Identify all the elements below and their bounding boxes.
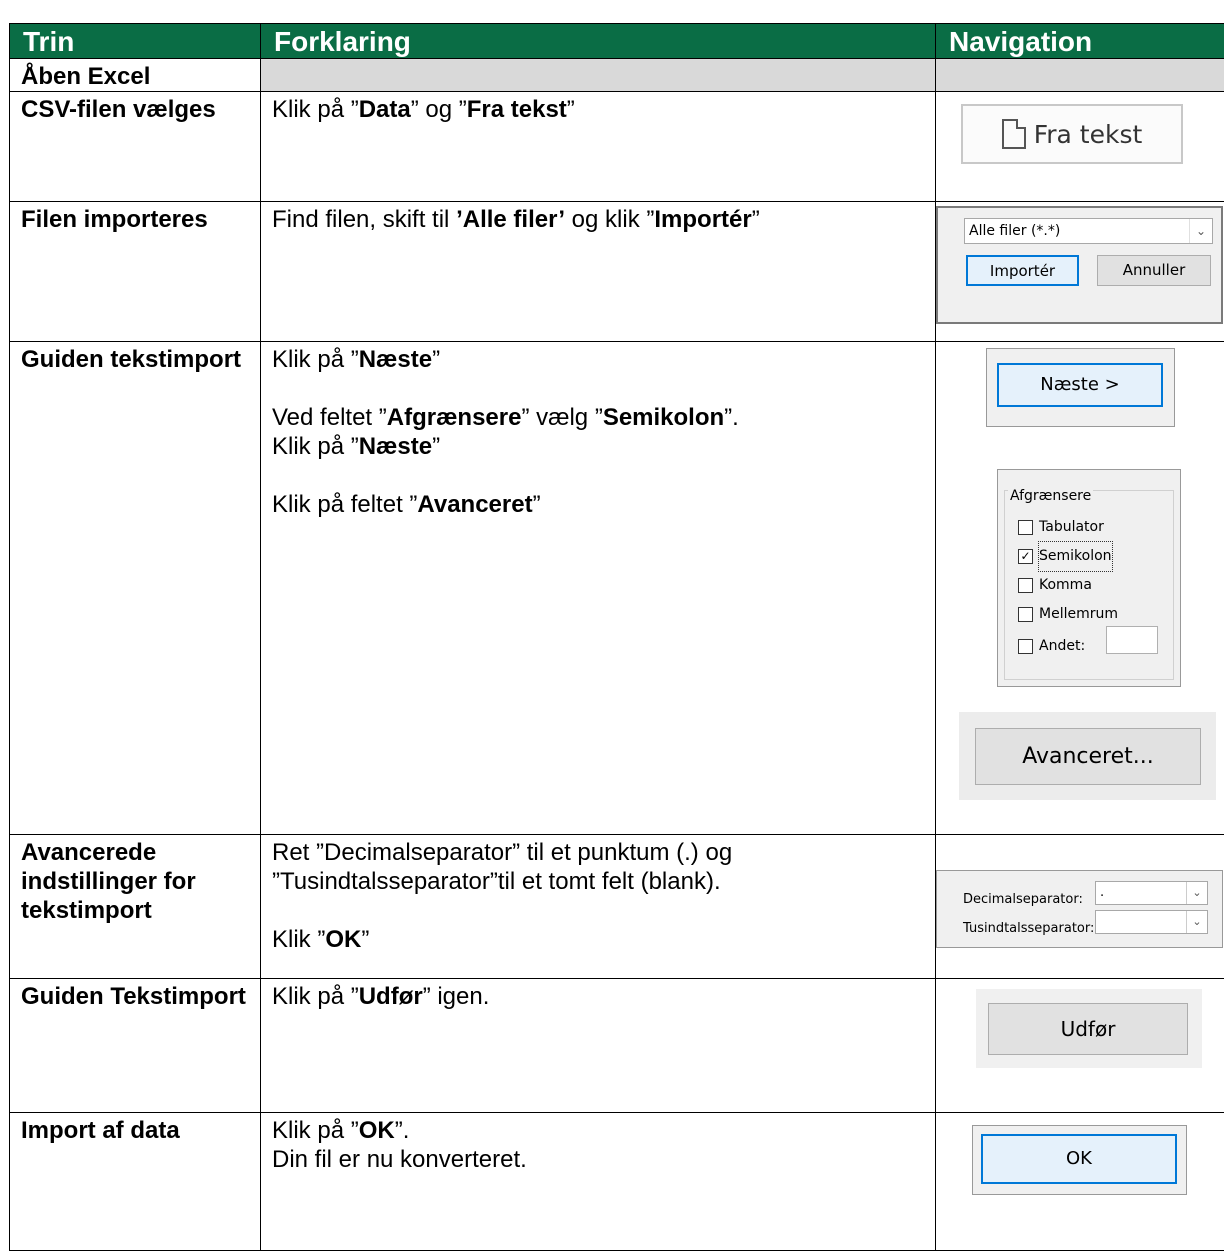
thousand-label: Tusindtalsseparator: — [963, 914, 1094, 943]
trin-cell: Filen importeres — [10, 202, 261, 342]
decimal-label: Decimalseparator: — [963, 885, 1083, 914]
instruction-text: Klik ”OK” — [272, 925, 924, 954]
navigation-cell: Decimalseparator: . ⌄ Tusindtalsseparato… — [936, 835, 1224, 979]
instruction-text: Klik på ”OK”. — [272, 1116, 924, 1145]
decimal-value: . — [1100, 885, 1104, 900]
navigation-cell: Fra tekst — [936, 92, 1224, 202]
forklaring-cell: Klik på ”Næste” Ved feltet ”Afgrænsere” … — [261, 342, 936, 835]
checkbox-label: Mellemrum — [1039, 600, 1118, 629]
checkmark-icon: ✓ — [1018, 549, 1033, 564]
delimiter-group: Afgrænsere Tabulator ✓ Semikolon Komma Me… — [997, 469, 1181, 687]
header-navigation: Navigation — [936, 24, 1224, 59]
row-guiden: Guiden tekstimport Klik på ”Næste” Ved f… — [10, 342, 1224, 835]
advanced-panel: Avanceret... — [959, 712, 1216, 800]
next-label: Næste > — [1040, 374, 1119, 395]
trin-cell: CSV-filen vælges — [10, 92, 261, 202]
forklaring-cell: Klik på ”OK”. Din fil er nu konverteret. — [261, 1113, 936, 1251]
forklaring-cell: Ret ”Decimalseparator” til et punktum (.… — [261, 835, 936, 979]
checkbox-tabulator[interactable]: Tabulator — [1018, 513, 1104, 542]
cancel-button[interactable]: Annuller — [1097, 255, 1211, 286]
checkbox-semikolon[interactable]: ✓ Semikolon — [1018, 542, 1112, 571]
import-label: Importér — [990, 262, 1055, 280]
navigation-cell: Udfør — [936, 979, 1224, 1113]
instruction-text: Klik på ”Næste” — [272, 345, 924, 374]
instruction-text: Klik på ”Udfør” igen. — [272, 982, 924, 1011]
row-import: Import af data Klik på ”OK”. Din fil er … — [10, 1113, 1224, 1251]
forklaring-cell — [261, 59, 936, 92]
forklaring-cell: Klik på ”Udfør” igen. — [261, 979, 936, 1113]
checkbox-label: Andet: — [1039, 632, 1085, 661]
finish-panel: Udfør — [976, 989, 1202, 1068]
row-excel: Åben Excel — [10, 59, 1224, 92]
forklaring-cell: Klik på ”Data” og ”Fra tekst” — [261, 92, 936, 202]
chevron-down-icon: ⌄ — [1189, 219, 1212, 243]
instruction-text: Klik på ”Næste” — [272, 432, 924, 461]
delimiter-group-title: Afgrænsere — [1008, 482, 1093, 511]
header-forklaring: Forklaring — [261, 24, 936, 59]
finish-label: Udfør — [1061, 1017, 1116, 1041]
checkbox-icon — [1018, 520, 1033, 535]
row-avanceret: Avancerede indstillinger for tekstimport… — [10, 835, 1224, 979]
finish-button[interactable]: Udfør — [988, 1003, 1188, 1055]
checkbox-andet[interactable]: Andet: — [1018, 632, 1085, 661]
ok-label: OK — [1066, 1148, 1092, 1169]
advanced-button[interactable]: Avanceret... — [975, 728, 1201, 785]
navigation-cell: Alle filer (*.*) ⌄ Importér Annuller — [936, 202, 1224, 342]
file-type-value: Alle filer (*.*) — [969, 223, 1060, 239]
fra-tekst-button[interactable]: Fra tekst — [961, 104, 1183, 164]
row-guiden-2: Guiden Tekstimport Klik på ”Udfør” igen.… — [10, 979, 1224, 1113]
checkbox-icon — [1018, 578, 1033, 593]
header-row: Trin Forklaring Navigation — [10, 24, 1224, 59]
wizard-footer: Næste > — [986, 348, 1175, 427]
trin-cell: Åben Excel — [10, 59, 261, 92]
trin-cell: Avancerede indstillinger for tekstimport — [10, 835, 261, 979]
instruction-text: Find filen, skift til ’Alle filer’ og kl… — [272, 205, 924, 234]
checkbox-komma[interactable]: Komma — [1018, 571, 1092, 600]
navigation-cell: Næste > Afgrænsere Tabulator ✓ Semikolon … — [936, 342, 1224, 835]
file-type-dropdown[interactable]: Alle filer (*.*) ⌄ — [964, 218, 1213, 244]
ok-panel: OK — [972, 1125, 1187, 1195]
thousand-select[interactable]: ⌄ — [1095, 910, 1208, 934]
checkbox-label: Tabulator — [1039, 513, 1104, 542]
header-trin: Trin — [10, 24, 261, 59]
checkbox-label: Semikolon — [1039, 542, 1112, 571]
andet-input[interactable] — [1106, 626, 1158, 654]
steps-table: Trin Forklaring Navigation Åben Excel CS… — [9, 23, 1224, 1251]
instruction-text: Klik på ”Data” og ”Fra tekst” — [272, 95, 924, 124]
trin-cell: Guiden Tekstimport — [10, 979, 261, 1113]
row-csv: CSV-filen vælges Klik på ”Data” og ”Fra … — [10, 92, 1224, 202]
trin-cell: Guiden tekstimport — [10, 342, 261, 835]
next-button[interactable]: Næste > — [997, 363, 1163, 407]
instruction-text: Ved feltet ”Afgrænsere” vælg ”Semikolon”… — [272, 403, 924, 432]
instruction-text: Din fil er nu konverteret. — [272, 1145, 924, 1174]
file-dialog-footer: Alle filer (*.*) ⌄ Importér Annuller — [936, 206, 1223, 324]
advanced-label: Avanceret... — [1022, 744, 1154, 769]
cancel-label: Annuller — [1123, 261, 1186, 279]
forklaring-cell: Find filen, skift til ’Alle filer’ og kl… — [261, 202, 936, 342]
navigation-cell: OK — [936, 1113, 1224, 1251]
checkbox-label: Komma — [1039, 571, 1092, 600]
row-filen: Filen importeres Find filen, skift til ’… — [10, 202, 1224, 342]
checkbox-mellemrum[interactable]: Mellemrum — [1018, 600, 1118, 629]
ok-button[interactable]: OK — [981, 1134, 1177, 1184]
instruction-text: Ret ”Decimalseparator” til et punktum (.… — [272, 838, 924, 896]
chevron-down-icon: ⌄ — [1186, 911, 1207, 933]
navigation-cell — [936, 59, 1224, 92]
separator-settings: Decimalseparator: . ⌄ Tusindtalsseparato… — [936, 870, 1223, 948]
checkbox-icon — [1018, 639, 1033, 654]
text-file-icon — [1002, 119, 1026, 149]
fra-tekst-label: Fra tekst — [1034, 120, 1143, 149]
instruction-text: Klik på feltet ”Avanceret” — [272, 490, 924, 519]
import-button[interactable]: Importér — [966, 255, 1079, 286]
chevron-down-icon: ⌄ — [1186, 882, 1207, 904]
checkbox-icon — [1018, 607, 1033, 622]
decimal-select[interactable]: . ⌄ — [1095, 881, 1208, 905]
trin-cell: Import af data — [10, 1113, 261, 1251]
